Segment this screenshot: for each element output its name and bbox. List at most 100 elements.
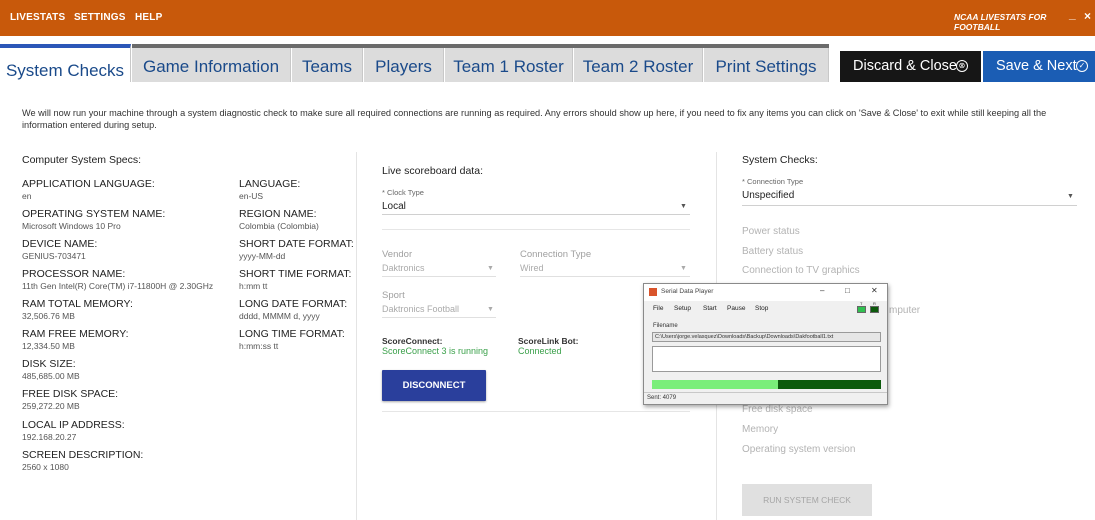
spec-label: FREE DISK SPACE: [22, 388, 119, 400]
filename-label: Filename [653, 323, 678, 329]
section-divider [382, 229, 690, 230]
check-circle-icon: ✓ [1076, 60, 1088, 72]
progress-fill [652, 380, 778, 389]
progress-bar [652, 380, 881, 389]
app-logo-icon [649, 288, 657, 296]
window-title: Serial Data Player [661, 288, 714, 295]
sport-label: Sport [382, 290, 405, 301]
close-icon[interactable]: × [1084, 9, 1091, 23]
chevron-down-icon[interactable]: ▼ [487, 306, 494, 313]
tab-print-settings[interactable]: Print Settings [704, 48, 829, 82]
chevron-down-icon[interactable]: ▼ [680, 265, 687, 272]
chevron-down-icon[interactable]: ▼ [487, 265, 494, 272]
save-next-button[interactable]: Save & Next ✓ [983, 51, 1095, 82]
tab-bar: System Checks Game Information Teams Pla… [0, 44, 1095, 82]
spec-value: 259,272.20 MB [22, 401, 80, 411]
spec-value: yyyy-MM-dd [239, 251, 286, 261]
check-item: Free disk space [742, 404, 813, 415]
spec-value: 32,506.76 MB [22, 311, 75, 321]
tab-teams[interactable]: Teams [292, 48, 363, 82]
sport-select[interactable]: Daktronics Football [382, 304, 459, 314]
tx-led-icon [857, 306, 866, 313]
menu-file[interactable]: File [653, 305, 663, 312]
spec-label: RAM FREE MEMORY: [22, 328, 129, 340]
close-icon[interactable]: ✕ [871, 286, 878, 295]
clock-type-underline [382, 214, 690, 215]
spec-label: APPLICATION LANGUAGE: [22, 178, 155, 190]
tab-game-information[interactable]: Game Information [132, 48, 291, 82]
clock-type-select[interactable]: Local [382, 201, 406, 212]
close-circle-icon: ⊗ [956, 60, 968, 72]
filename-field[interactable]: C:\Users\jorge.velasquez\Downloads\Backu… [652, 332, 881, 342]
vendor-label: Vendor [382, 249, 413, 260]
connection-type-label: * Connection Type [742, 177, 804, 186]
intro-text: We will now run your machine through a s… [22, 108, 1047, 130]
spec-value: 11th Gen Intel(R) Core(TM) i7-11800H @ 2… [22, 281, 214, 291]
spec-value: 2560 x 1080 [22, 462, 69, 472]
spec-label: LANGUAGE: [239, 178, 301, 190]
check-item: Connection to TV graphics [742, 265, 860, 276]
sent-count: Sent: 4079 [647, 395, 677, 401]
menu-help[interactable]: HELP [135, 12, 162, 23]
vendor-underline [382, 276, 496, 277]
sport-underline [382, 317, 496, 318]
scorelink-status: Connected [518, 346, 562, 356]
menu-livestats[interactable]: LIVESTATS [10, 12, 65, 23]
spec-label: RAM TOTAL MEMORY: [22, 298, 133, 310]
disconnect-button[interactable]: DISCONNECT [382, 370, 486, 401]
scoreconnect-label: ScoreConnect: [382, 336, 443, 346]
spec-value: h:mm:ss tt [239, 341, 279, 351]
tab-players[interactable]: Players [364, 48, 444, 82]
menu-pause[interactable]: Pause [727, 305, 745, 312]
window-titlebar[interactable]: Serial Data Player – □ ✕ [644, 284, 887, 301]
connection-type-select[interactable]: Wired [520, 263, 544, 273]
tab-system-checks[interactable]: System Checks [0, 44, 131, 82]
tab-team-1-roster[interactable]: Team 1 Roster [445, 48, 573, 82]
maximize-icon[interactable]: □ [845, 286, 850, 295]
spec-label: DISK SIZE: [22, 358, 76, 370]
menu-setup[interactable]: Setup [674, 305, 691, 312]
check-item: Memory [742, 424, 779, 435]
chevron-down-icon[interactable]: ▼ [680, 203, 687, 210]
system-checks-title: System Checks: [742, 154, 818, 166]
menu-start[interactable]: Start [703, 305, 717, 312]
check-item: Operating system version [742, 444, 856, 455]
chevron-down-icon[interactable]: ▼ [1067, 193, 1074, 200]
check-item-partial: mputer [889, 305, 921, 316]
spec-value: en-US [239, 191, 264, 201]
column-divider [356, 152, 357, 520]
vendor-select[interactable]: Daktronics [382, 263, 425, 273]
spec-value: GENIUS-703471 [22, 251, 86, 261]
rx-led-icon [870, 306, 879, 313]
spec-label: SHORT DATE FORMAT: [239, 238, 354, 250]
connection-type-select[interactable]: Unspecified [742, 190, 794, 201]
scorelink-label: ScoreLink Bot: [518, 336, 579, 346]
spec-value: Microsoft Windows 10 Pro [22, 221, 121, 231]
spec-value: dddd, MMMM d, yyyy [239, 311, 320, 321]
spec-value: Colombia (Colombia) [239, 221, 319, 231]
spec-value: 192.168.20.27 [22, 432, 77, 442]
scoreboard-title: Live scoreboard data: [382, 165, 483, 177]
spec-value: en [22, 191, 32, 201]
spec-label: PROCESSOR NAME: [22, 268, 126, 280]
menu-stop[interactable]: Stop [755, 305, 768, 312]
spec-label: LOCAL IP ADDRESS: [22, 419, 125, 431]
discard-close-button[interactable]: Discard & Close ⊗ [840, 51, 981, 82]
spec-label: SHORT TIME FORMAT: [239, 268, 352, 280]
scoreconnect-status: ScoreConnect 3 is running [382, 346, 489, 356]
spec-value: 12,334.50 MB [22, 341, 75, 351]
data-text-area[interactable] [652, 346, 881, 372]
section-divider [382, 411, 690, 412]
serial-data-player-window[interactable]: Serial Data Player – □ ✕ File Setup Star… [643, 283, 888, 405]
menu-settings[interactable]: SETTINGS [74, 12, 126, 23]
tab-team-2-roster[interactable]: Team 2 Roster [574, 48, 703, 82]
connection-type-underline [520, 276, 690, 277]
connection-type-label: Connection Type [520, 249, 592, 260]
minimize-icon[interactable]: – [820, 286, 824, 295]
spec-value: h:mm tt [239, 281, 268, 291]
status-bar: Sent: 4079 [644, 392, 887, 404]
minimize-icon[interactable]: _ [1069, 7, 1076, 21]
run-system-check-button[interactable]: RUN SYSTEM CHECK [742, 484, 872, 516]
spec-label: LONG TIME FORMAT: [239, 328, 345, 340]
spec-label: REGION NAME: [239, 208, 317, 220]
